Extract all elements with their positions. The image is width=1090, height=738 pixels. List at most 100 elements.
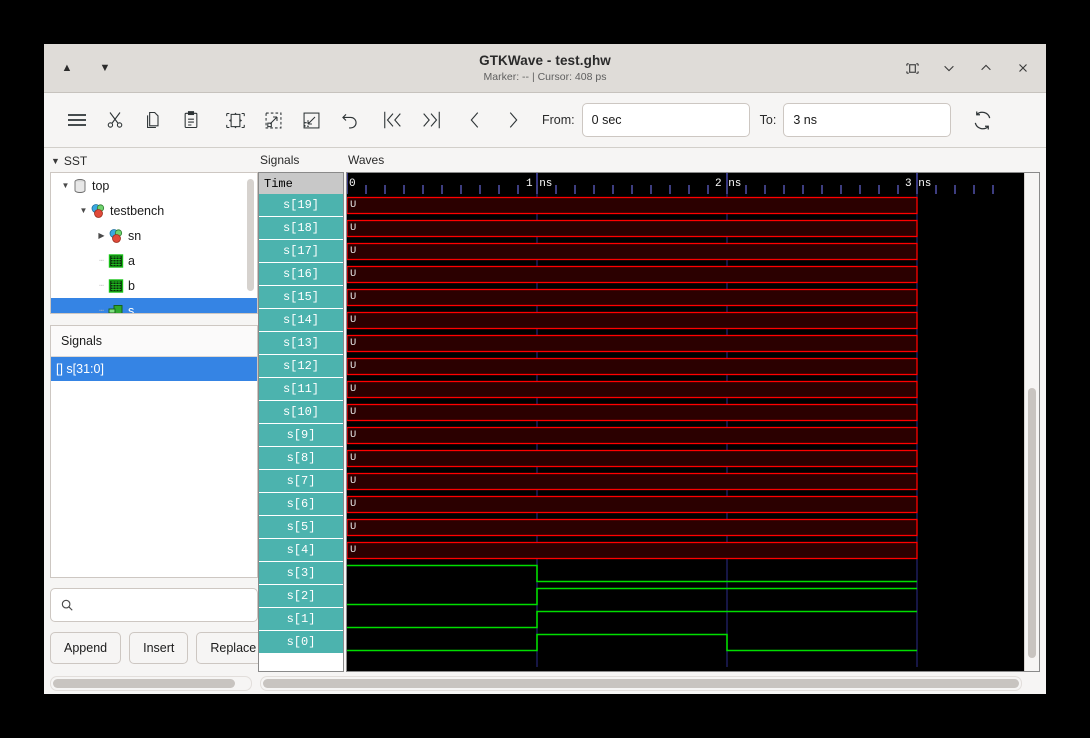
signal-name-cell[interactable]: s[8] — [259, 447, 343, 470]
tree-item-label: top — [92, 178, 110, 193]
search-input[interactable] — [50, 588, 258, 622]
svg-text:3 ns: 3 ns — [905, 178, 931, 190]
signals-list-item[interactable]: [] s[31:0] — [51, 357, 257, 381]
gtkwave-window: ▲ ▼ GTKWave - test.ghw Marker: -- | Curs… — [44, 44, 1046, 694]
signal-name-cell[interactable]: s[1] — [259, 608, 343, 631]
close-icon[interactable] — [1014, 59, 1032, 77]
signal-name-cell[interactable]: s[7] — [259, 470, 343, 493]
tree-item-s[interactable]: ┄ s — [51, 298, 257, 314]
from-label: From: — [542, 113, 575, 127]
waveform-canvas[interactable]: 01 ns 2 ns 3 ns U U U U U U U U U U U U U U U U — [346, 172, 1040, 672]
tree-item-sn[interactable]: ▶ sn — [51, 223, 257, 248]
svg-text:U: U — [350, 521, 356, 533]
signal-name-cell[interactable]: s[18] — [259, 217, 343, 240]
from-input[interactable]: 0 sec — [581, 103, 750, 137]
maximize-icon[interactable] — [977, 59, 995, 77]
vector-icon — [108, 278, 124, 293]
to-input[interactable]: 3 ns — [783, 103, 952, 137]
next-edge-icon[interactable] — [494, 101, 532, 139]
sst-label: SST — [63, 154, 88, 168]
waveform-drawing-area[interactable]: 01 ns 2 ns 3 ns U U U U U U U U U U U U U U U U — [347, 173, 1025, 671]
signals-column-label: Signals — [260, 153, 300, 167]
signal-name-cell[interactable]: s[9] — [259, 424, 343, 447]
sst-tree[interactable]: ▼ top ▼ testbench ▶ sn ┄ a ┄ b ┄ s — [50, 172, 258, 314]
chevron-right-icon[interactable]: ▶ — [95, 231, 108, 240]
paste-icon[interactable] — [172, 101, 210, 139]
zoom-out-icon[interactable] — [254, 101, 292, 139]
instance-icon — [91, 203, 105, 218]
signal-name-list[interactable]: Time s[19] s[18] s[17] s[16] s[15] s[14] s[13]… — [258, 172, 344, 672]
tree-item-testbench[interactable]: ▼ testbench — [51, 198, 257, 223]
scroll-up-button[interactable]: ▲ — [58, 59, 76, 77]
sst-scrollbar-thumb[interactable] — [247, 179, 254, 291]
signal-name-cell[interactable]: s[15] — [259, 286, 343, 309]
reload-icon[interactable] — [963, 101, 1001, 139]
signal-name-cell[interactable]: s[17] — [259, 240, 343, 263]
svg-text:U: U — [350, 498, 356, 510]
svg-text:U: U — [350, 475, 356, 487]
signal-name-cell[interactable]: s[16] — [259, 263, 343, 286]
sst-header[interactable]: ▼ SST — [50, 152, 258, 172]
chevron-down-icon[interactable]: ▼ — [59, 181, 72, 190]
signal-name-cell[interactable]: s[0] — [259, 631, 343, 654]
svg-text:U: U — [350, 544, 356, 556]
waveform-svg: 01 ns 2 ns 3 nsUUUUUUUUUUUUUUUU — [347, 173, 1007, 667]
signal-name-cell[interactable]: s[11] — [259, 378, 343, 401]
svg-text:U: U — [350, 314, 356, 326]
append-button[interactable]: Append — [50, 632, 122, 664]
time-header-cell: Time — [259, 173, 343, 194]
signal-name-cell[interactable]: s[14] — [259, 309, 343, 332]
titlebar-nav-buttons: ▲ ▼ — [44, 59, 114, 77]
tree-item-top[interactable]: ▼ top — [51, 173, 257, 198]
waveform-vertical-scrollbar[interactable] — [1024, 173, 1039, 671]
copy-icon[interactable] — [134, 101, 172, 139]
zoom-in-icon[interactable] — [292, 101, 330, 139]
tree-item-label: sn — [128, 228, 142, 243]
tree-indent-guide: ┄ — [99, 306, 104, 314]
title-bar: ▲ ▼ GTKWave - test.ghw Marker: -- | Curs… — [44, 44, 1046, 93]
signal-name-cell[interactable]: s[4] — [259, 539, 343, 562]
signal-name-cell[interactable]: s[5] — [259, 516, 343, 539]
svg-text:U: U — [350, 245, 356, 257]
signal-name-cell[interactable]: s[2] — [259, 585, 343, 608]
cut-icon[interactable] — [96, 101, 134, 139]
left-pane-hscrollbar[interactable] — [50, 675, 252, 691]
tree-item-label: testbench — [110, 203, 165, 218]
signal-name-cell[interactable]: s[12] — [259, 355, 343, 378]
signal-name-cell[interactable]: s[19] — [259, 194, 343, 217]
signals-list-header: Signals — [51, 326, 257, 357]
chevron-down-icon[interactable]: ▼ — [77, 206, 90, 215]
svg-text:U: U — [350, 291, 356, 303]
svg-text:U: U — [350, 429, 356, 441]
signal-name-cell[interactable]: s[10] — [259, 401, 343, 424]
main-body: ▼ SST ▼ top ▼ testbench ▶ sn ┄ a ┄ b ┄ s Signals []… — [44, 148, 1046, 672]
window-controls — [903, 59, 1046, 77]
zoom-fit-icon[interactable] — [216, 101, 254, 139]
signal-name-cell[interactable]: s[6] — [259, 493, 343, 516]
minimize-icon[interactable] — [940, 59, 958, 77]
svg-text:U: U — [350, 406, 356, 418]
svg-text:1 ns: 1 ns — [526, 178, 552, 190]
fullscreen-icon[interactable] — [903, 59, 921, 77]
vector-icon — [108, 253, 124, 268]
waveform-row-s[14]: U — [347, 311, 918, 330]
waveform-row-s[8]: U — [347, 449, 918, 468]
jump-end-icon[interactable] — [412, 101, 450, 139]
tree-item-b[interactable]: ┄ b — [51, 273, 257, 298]
menu-icon[interactable] — [58, 101, 96, 139]
signal-name-cell[interactable]: s[3] — [259, 562, 343, 585]
waveform-hscrollbar[interactable] — [260, 675, 1022, 691]
signal-name-cell[interactable]: s[13] — [259, 332, 343, 355]
tree-item-a[interactable]: ┄ a — [51, 248, 257, 273]
undo-icon[interactable] — [330, 101, 368, 139]
jump-start-icon[interactable] — [374, 101, 412, 139]
insert-button[interactable]: Insert — [129, 632, 189, 664]
tree-item-label: a — [128, 253, 135, 268]
toolbar: From: 0 sec To: 3 ns — [44, 93, 1046, 148]
marker-cursor-status: Marker: -- | Cursor: 408 ps — [483, 71, 607, 83]
svg-text:U: U — [350, 383, 356, 395]
waveform-vscroll-thumb[interactable] — [1028, 388, 1036, 658]
waves-column-label: Waves — [348, 153, 385, 167]
prev-edge-icon[interactable] — [456, 101, 494, 139]
scroll-down-button[interactable]: ▼ — [96, 59, 114, 77]
